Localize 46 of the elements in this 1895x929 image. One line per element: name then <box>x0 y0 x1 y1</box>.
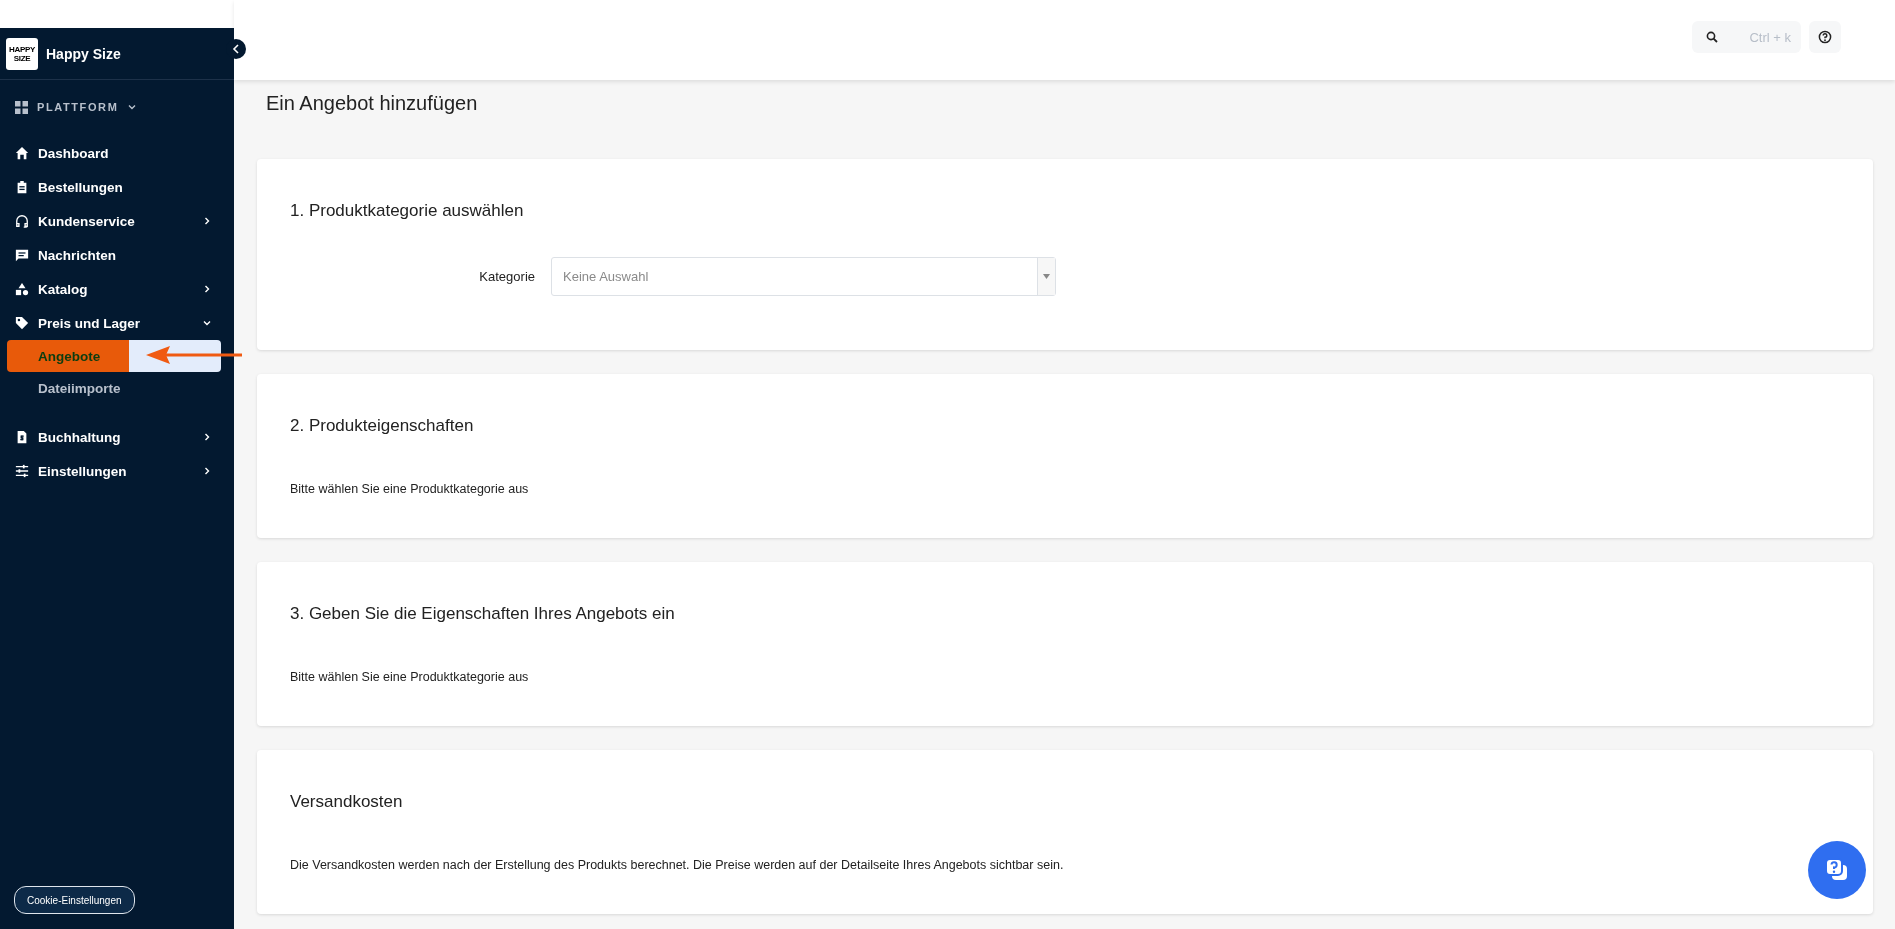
clipboard-icon <box>15 180 29 194</box>
search-field[interactable]: Ctrl + k <box>1692 21 1801 53</box>
section-title: 2. Produkteigenschaften <box>290 416 475 436</box>
headset-icon <box>15 214 29 228</box>
chevron-left-icon <box>232 44 240 54</box>
section-dropdown[interactable]: PLATTFORM <box>0 98 234 116</box>
section-text: Bitte wählen Sie eine Produktkategorie aus <box>290 670 530 684</box>
help-button[interactable] <box>1809 21 1841 53</box>
section-text: Bitte wählen Sie eine Produktkategorie aus <box>290 482 530 496</box>
section-title: 3. Geben Sie die Eigenschaften Ihres Angebots ein <box>290 604 676 624</box>
select-placeholder: Keine Auswahl <box>562 269 650 284</box>
field-label: Kategorie <box>478 269 535 284</box>
question-circle-icon <box>1818 30 1832 44</box>
nav-subitem[interactable]: Dateiimporte <box>7 372 221 404</box>
section-title: 1. Produktkategorie auswählen <box>290 201 525 221</box>
chevron-right-icon <box>202 216 212 226</box>
section-text: Die Versandkosten werden nach der Erstellung des Produkts berechnet. Die Preise werden auf der Detailseite Ihres Angebots sichtbar sein. <box>290 858 1065 872</box>
search-icon <box>1706 31 1718 43</box>
nav-item[interactable]: Einstellungen <box>0 454 234 488</box>
nav-item[interactable]: Dashboard <box>0 136 234 170</box>
chevron-down-icon <box>202 318 212 328</box>
shapes-icon <box>15 282 29 296</box>
nav-item[interactable]: Kundenservice <box>0 204 234 238</box>
sliders-icon <box>15 464 29 478</box>
cookie-settings-button[interactable]: Cookie-Einstellungen <box>14 886 135 914</box>
nav-item[interactable]: Nachrichten <box>0 238 234 272</box>
brand-name: Happy Size <box>46 45 121 62</box>
section-label: PLATTFORM <box>37 101 119 113</box>
dollar-document-icon <box>15 430 29 444</box>
nav-item[interactable]: Bestellungen <box>0 170 234 204</box>
chat-icon <box>15 248 29 262</box>
nav-item[interactable]: Katalog <box>0 272 234 306</box>
grid-icon <box>15 100 28 114</box>
nav-item[interactable]: Buchhaltung <box>0 420 234 454</box>
category-select[interactable]: Keine Auswahl <box>551 257 1056 296</box>
brand-logo: HAPPY SIZE <box>6 37 38 70</box>
home-icon <box>15 146 29 160</box>
page-title: Ein Angebot hinzufügen <box>266 92 479 115</box>
section-title: Versandkosten <box>290 792 404 812</box>
chevron-right-icon <box>202 466 212 476</box>
caret-down-icon <box>1043 274 1050 279</box>
tag-icon <box>15 316 29 330</box>
chevron-right-icon <box>202 284 212 294</box>
chevron-down-icon <box>127 102 138 112</box>
chevron-right-icon <box>202 432 212 442</box>
nav-item[interactable]: Preis und Lager <box>0 306 234 340</box>
